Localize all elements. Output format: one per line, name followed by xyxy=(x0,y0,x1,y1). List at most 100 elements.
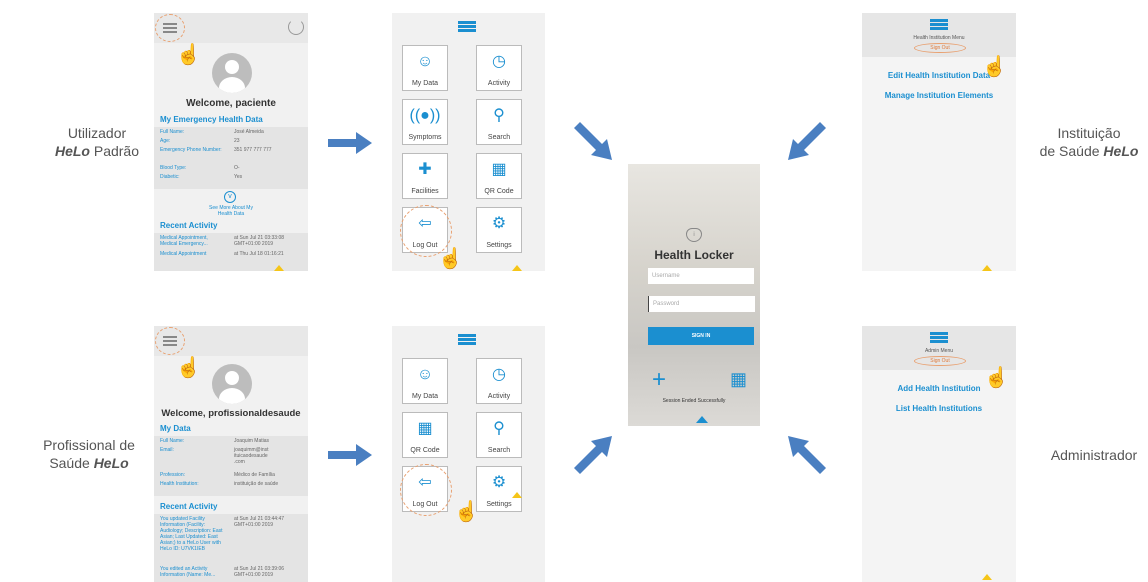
label-health-professional: Profissional de Saúde HeLo xyxy=(28,436,150,472)
admin-menu-screen: Admin Menu Sign Out Add Health Instituti… xyxy=(862,326,1016,582)
tap-highlight xyxy=(155,327,185,355)
scroll-up-indicator-icon xyxy=(696,416,708,423)
pointer-hand-icon: ☝ xyxy=(982,56,1007,78)
pointer-hand-icon: ☝ xyxy=(984,367,1009,389)
field-value: 351 977 777 777 xyxy=(234,147,272,153)
field-key: Profession: xyxy=(160,472,186,478)
tile-settings[interactable]: ⚙ Settings xyxy=(476,466,522,512)
tile-my-data[interactable]: ☺ My Data xyxy=(402,358,448,404)
scroll-indicator-icon xyxy=(512,265,522,271)
gear-icon: ⚙ xyxy=(491,215,507,232)
professional-home-screen: ☝ Welcome, profissionaldesaude My Data F… xyxy=(154,326,308,582)
clock-icon: ◷ xyxy=(492,366,506,383)
tile-facilities[interactable]: ✚ Facilities xyxy=(402,153,448,199)
helo-brand: HeLo xyxy=(93,455,129,471)
welcome-title: Welcome, profissionaldesaude xyxy=(161,408,301,419)
field-key: Emergency Phone Number: xyxy=(160,147,222,153)
symptoms-icon: ((●)) xyxy=(409,107,441,124)
chevron-down-icon[interactable]: v xyxy=(224,191,236,203)
label-health-professional-line2a: Saúde xyxy=(49,455,94,471)
helo-brand: HeLo xyxy=(1103,143,1139,159)
sign-in-button[interactable]: SIGN IN xyxy=(648,327,754,345)
tile-label: Search xyxy=(487,134,511,141)
menu-title: Health Institution Menu xyxy=(913,35,965,41)
activity-time: at Thu Jul 18 01:16:21 xyxy=(234,251,284,257)
pointer-hand-icon: ☝ xyxy=(176,44,201,66)
activity-item: Medical Appointment, Medical Emergency..… xyxy=(160,235,208,247)
add-icon[interactable]: + xyxy=(652,368,666,392)
field-key: Health Institution: xyxy=(160,481,199,487)
emergency-data-heading: My Emergency Health Data xyxy=(160,115,263,124)
field-value: joaquimm@inst ituicaodesaude .com xyxy=(234,447,269,465)
field-value: Médico de Família xyxy=(234,472,275,478)
username-input[interactable]: Username xyxy=(648,268,754,284)
tile-symptoms[interactable]: ((●)) Symptoms xyxy=(402,99,448,145)
hamburger-menu-icon[interactable] xyxy=(458,21,476,24)
sign-out-button[interactable]: Sign Out xyxy=(914,356,966,366)
helo-brand: HeLo xyxy=(54,143,90,159)
app-title: Health Locker xyxy=(654,248,734,262)
tile-label: Search xyxy=(487,447,511,454)
patient-home-screen: ☝ Welcome, paciente My Emergency Health … xyxy=(154,13,308,271)
tile-label: Activity xyxy=(487,80,511,87)
pointer-hand-icon: ☝ xyxy=(438,248,463,270)
tap-highlight xyxy=(155,14,185,42)
qr-code-icon: ▦ xyxy=(491,161,507,178)
tile-qr-code[interactable]: ▦ QR Code xyxy=(476,153,522,199)
password-input[interactable]: Password xyxy=(648,296,755,312)
list-institutions-link[interactable]: List Health Institutions xyxy=(862,404,1016,413)
field-value: 23 xyxy=(234,138,240,144)
tile-my-data[interactable]: ☺ My Data xyxy=(402,45,448,91)
tile-activity[interactable]: ◷ Activity xyxy=(476,45,522,91)
tile-label: My Data xyxy=(411,80,439,87)
sign-out-button[interactable]: Sign Out xyxy=(914,43,966,53)
person-icon: ☺ xyxy=(416,53,434,70)
label-health-institution-line1: Instituição xyxy=(1057,125,1121,141)
field-key: Email: xyxy=(160,447,174,453)
label-health-professional-line1: Profissional de xyxy=(43,437,135,453)
arrow-diag-bottom-left xyxy=(574,436,612,474)
tap-highlight xyxy=(400,464,452,516)
tile-label: QR Code xyxy=(484,188,514,195)
avatar xyxy=(212,364,252,404)
label-health-institution: Instituição de Saúde HeLo xyxy=(1030,124,1148,160)
hamburger-menu-icon[interactable] xyxy=(930,19,948,22)
field-key: Blood Type: xyxy=(160,165,187,171)
hospital-icon: ✚ xyxy=(418,161,432,178)
manage-elements-link[interactable]: Manage Institution Elements xyxy=(862,91,1016,100)
see-more-link[interactable]: See More About My Health Data xyxy=(204,205,258,217)
activity-time: at Sun Jul 21 03:39:06 GMT+01:00 2019 xyxy=(234,566,285,578)
label-health-institution-line2: de Saúde HeLo xyxy=(1030,142,1148,160)
recent-activity-heading: Recent Activity xyxy=(160,221,218,230)
activity-time: at Sun Jul 21 03:44:47 GMT+01:00 2019 xyxy=(234,516,285,528)
search-user-icon: ⚲ xyxy=(493,107,505,124)
tile-label: My Data xyxy=(411,393,439,400)
scroll-indicator-icon xyxy=(982,574,992,580)
field-value: O- xyxy=(234,165,240,171)
my-data-table: Full Name: Joaquim Matias Email: joaquim… xyxy=(154,436,308,496)
tile-label: Settings xyxy=(486,501,512,508)
tile-search[interactable]: ⚲ Search xyxy=(476,412,522,458)
tile-settings[interactable]: ⚙ Settings xyxy=(476,207,522,253)
hamburger-menu-icon[interactable] xyxy=(930,332,948,335)
label-standard-user-rest: Padrão xyxy=(89,143,140,159)
professional-menu-screen: ☺ My Data ◷ Activity ▦ QR Code ⚲ Search ⇦ Log… xyxy=(392,326,545,582)
hamburger-menu-icon[interactable] xyxy=(458,334,476,337)
tile-activity[interactable]: ◷ Activity xyxy=(476,358,522,404)
pointer-hand-icon: ☝ xyxy=(176,357,201,379)
menu-title: Admin Menu xyxy=(924,348,954,354)
tile-label: Facilities xyxy=(411,188,439,195)
field-key: Diabetic: xyxy=(160,174,180,180)
field-value: instituição de saúde xyxy=(234,481,279,487)
scroll-indicator-icon xyxy=(512,492,522,498)
avatar xyxy=(212,53,252,93)
tile-search[interactable]: ⚲ Search xyxy=(476,99,522,145)
field-value: Joaquim Matias xyxy=(234,438,270,444)
recent-activity-heading: Recent Activity xyxy=(160,502,218,511)
activity-item: You updated Facility Information (Facili… xyxy=(160,516,223,552)
tile-qr-code[interactable]: ▦ QR Code xyxy=(402,412,448,458)
arrow-diag-bottom-right xyxy=(788,436,826,474)
qr-code-icon[interactable]: ▦ xyxy=(730,370,747,388)
label-standard-user-line1: Utilizador xyxy=(67,125,127,141)
label-health-professional-line2: Saúde HeLo xyxy=(28,454,150,472)
